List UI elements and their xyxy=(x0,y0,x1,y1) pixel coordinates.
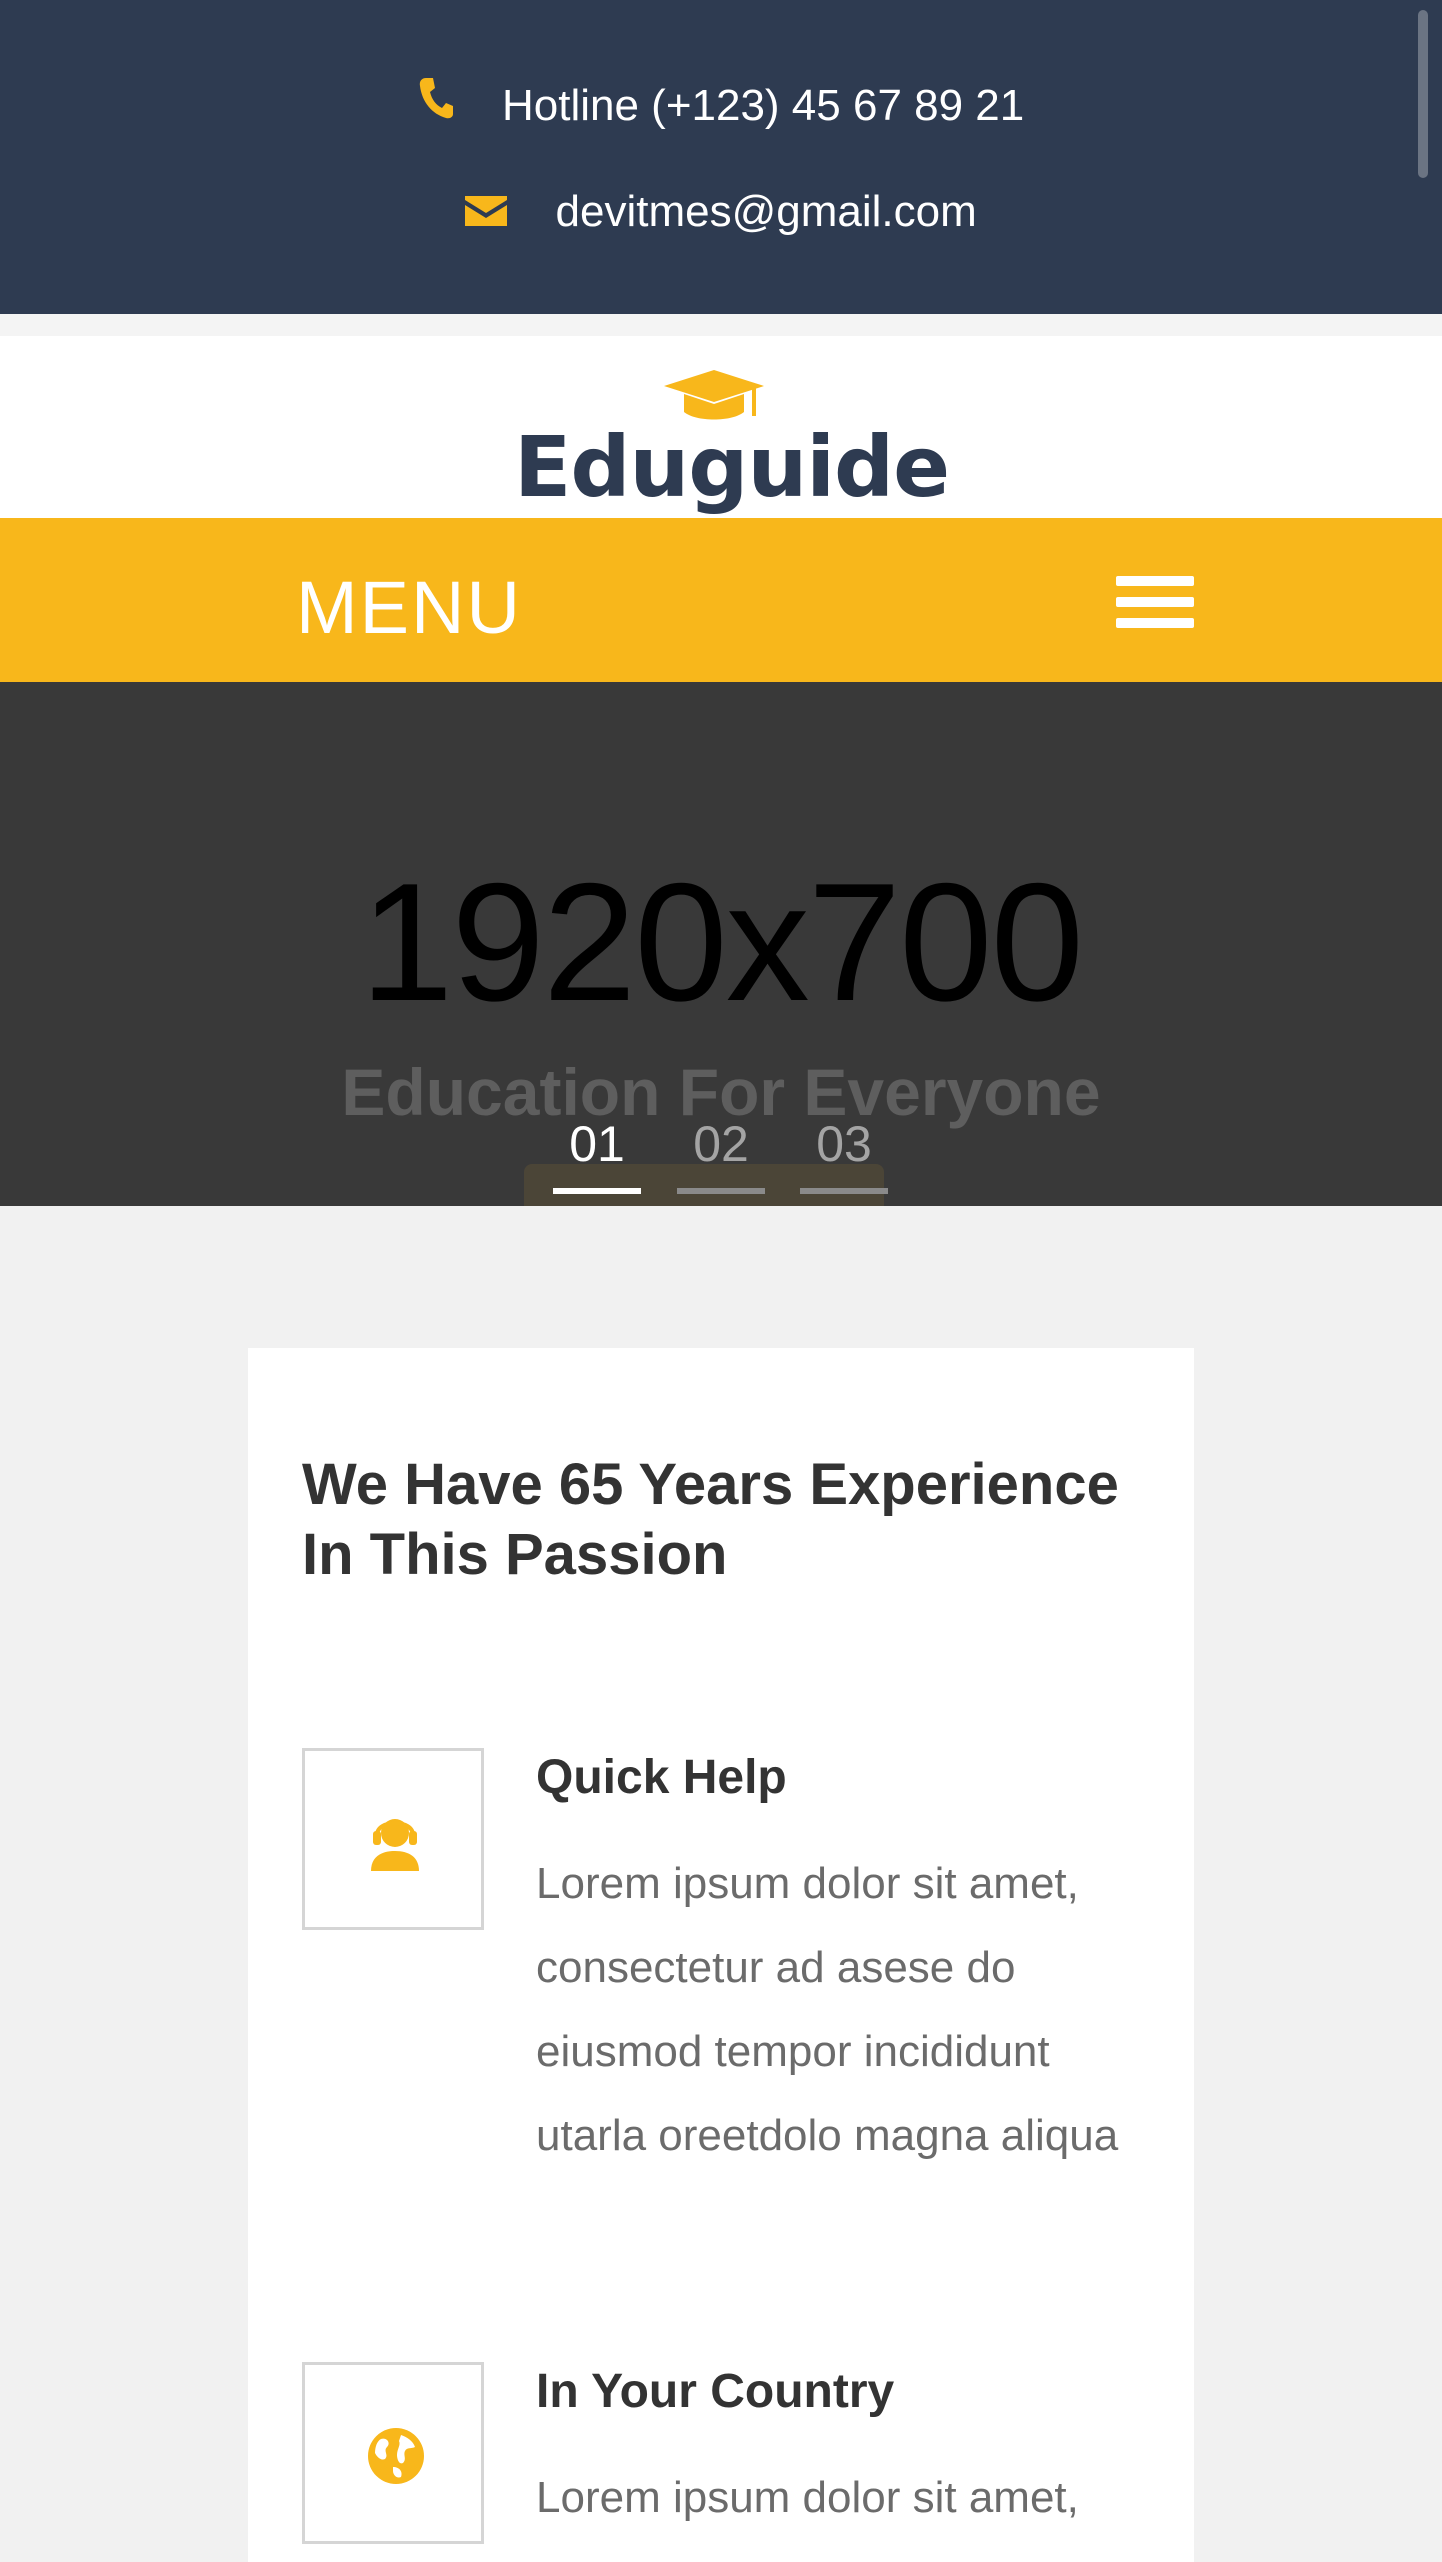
slide-dot-2[interactable]: 02 xyxy=(677,1114,765,1194)
hero-image-placeholder: 1920x700 xyxy=(359,848,1084,1036)
feature-icon-box xyxy=(302,1748,484,1930)
scrollbar[interactable] xyxy=(1418,10,1428,178)
feature-title: In Your Country xyxy=(536,2365,895,2418)
site-logo[interactable]: Eduguide xyxy=(514,370,950,520)
hotline-row[interactable]: Hotline (+123) 45 67 89 21 xyxy=(0,74,1442,136)
slider-pagination: 01 02 03 xyxy=(0,1114,1442,1194)
logo-band: Eduguide xyxy=(0,314,1442,518)
feature-text: Lorem ipsum dolor sit amet, consectetur … xyxy=(536,1859,1119,2160)
slide-number: 01 xyxy=(569,1116,625,1172)
menu-bar: MENU xyxy=(0,518,1442,682)
envelope-icon xyxy=(465,182,508,242)
top-contact-bar: Hotline (+123) 45 67 89 21 devitmes@gmai… xyxy=(0,0,1442,314)
slide-indicator xyxy=(553,1188,641,1194)
feature-title: Quick Help xyxy=(536,1751,787,1804)
feature-text: Lorem ipsum dolor sit amet, xyxy=(536,2473,1079,2522)
slide-dot-1[interactable]: 01 xyxy=(553,1114,641,1194)
section-title: We Have 65 Years Experience In This Pass… xyxy=(302,1452,1119,1587)
globe-icon xyxy=(368,2428,424,2484)
email-row[interactable]: devitmes@gmail.com xyxy=(0,180,1442,242)
slide-indicator xyxy=(677,1188,765,1194)
experience-card: We Have 65 Years Experience In This Pass… xyxy=(248,1348,1194,2562)
support-agent-icon xyxy=(371,1819,419,1871)
email-text: devitmes@gmail.com xyxy=(555,187,977,237)
hero-slider: 1920x700 Education For Everyone 01 02 03 xyxy=(0,682,1442,1206)
hotline-text: Hotline (+123) 45 67 89 21 xyxy=(501,81,1025,131)
slide-number: 02 xyxy=(693,1116,749,1172)
menu-label[interactable]: MENU xyxy=(296,568,522,648)
feature-icon-box xyxy=(302,2362,484,2544)
brand-name: Eduguide xyxy=(514,418,950,516)
slide-indicator xyxy=(800,1188,888,1194)
phone-icon xyxy=(418,76,454,136)
hamburger-icon[interactable] xyxy=(1116,574,1194,630)
slide-number: 03 xyxy=(816,1116,872,1172)
slide-dot-3[interactable]: 03 xyxy=(800,1114,888,1194)
